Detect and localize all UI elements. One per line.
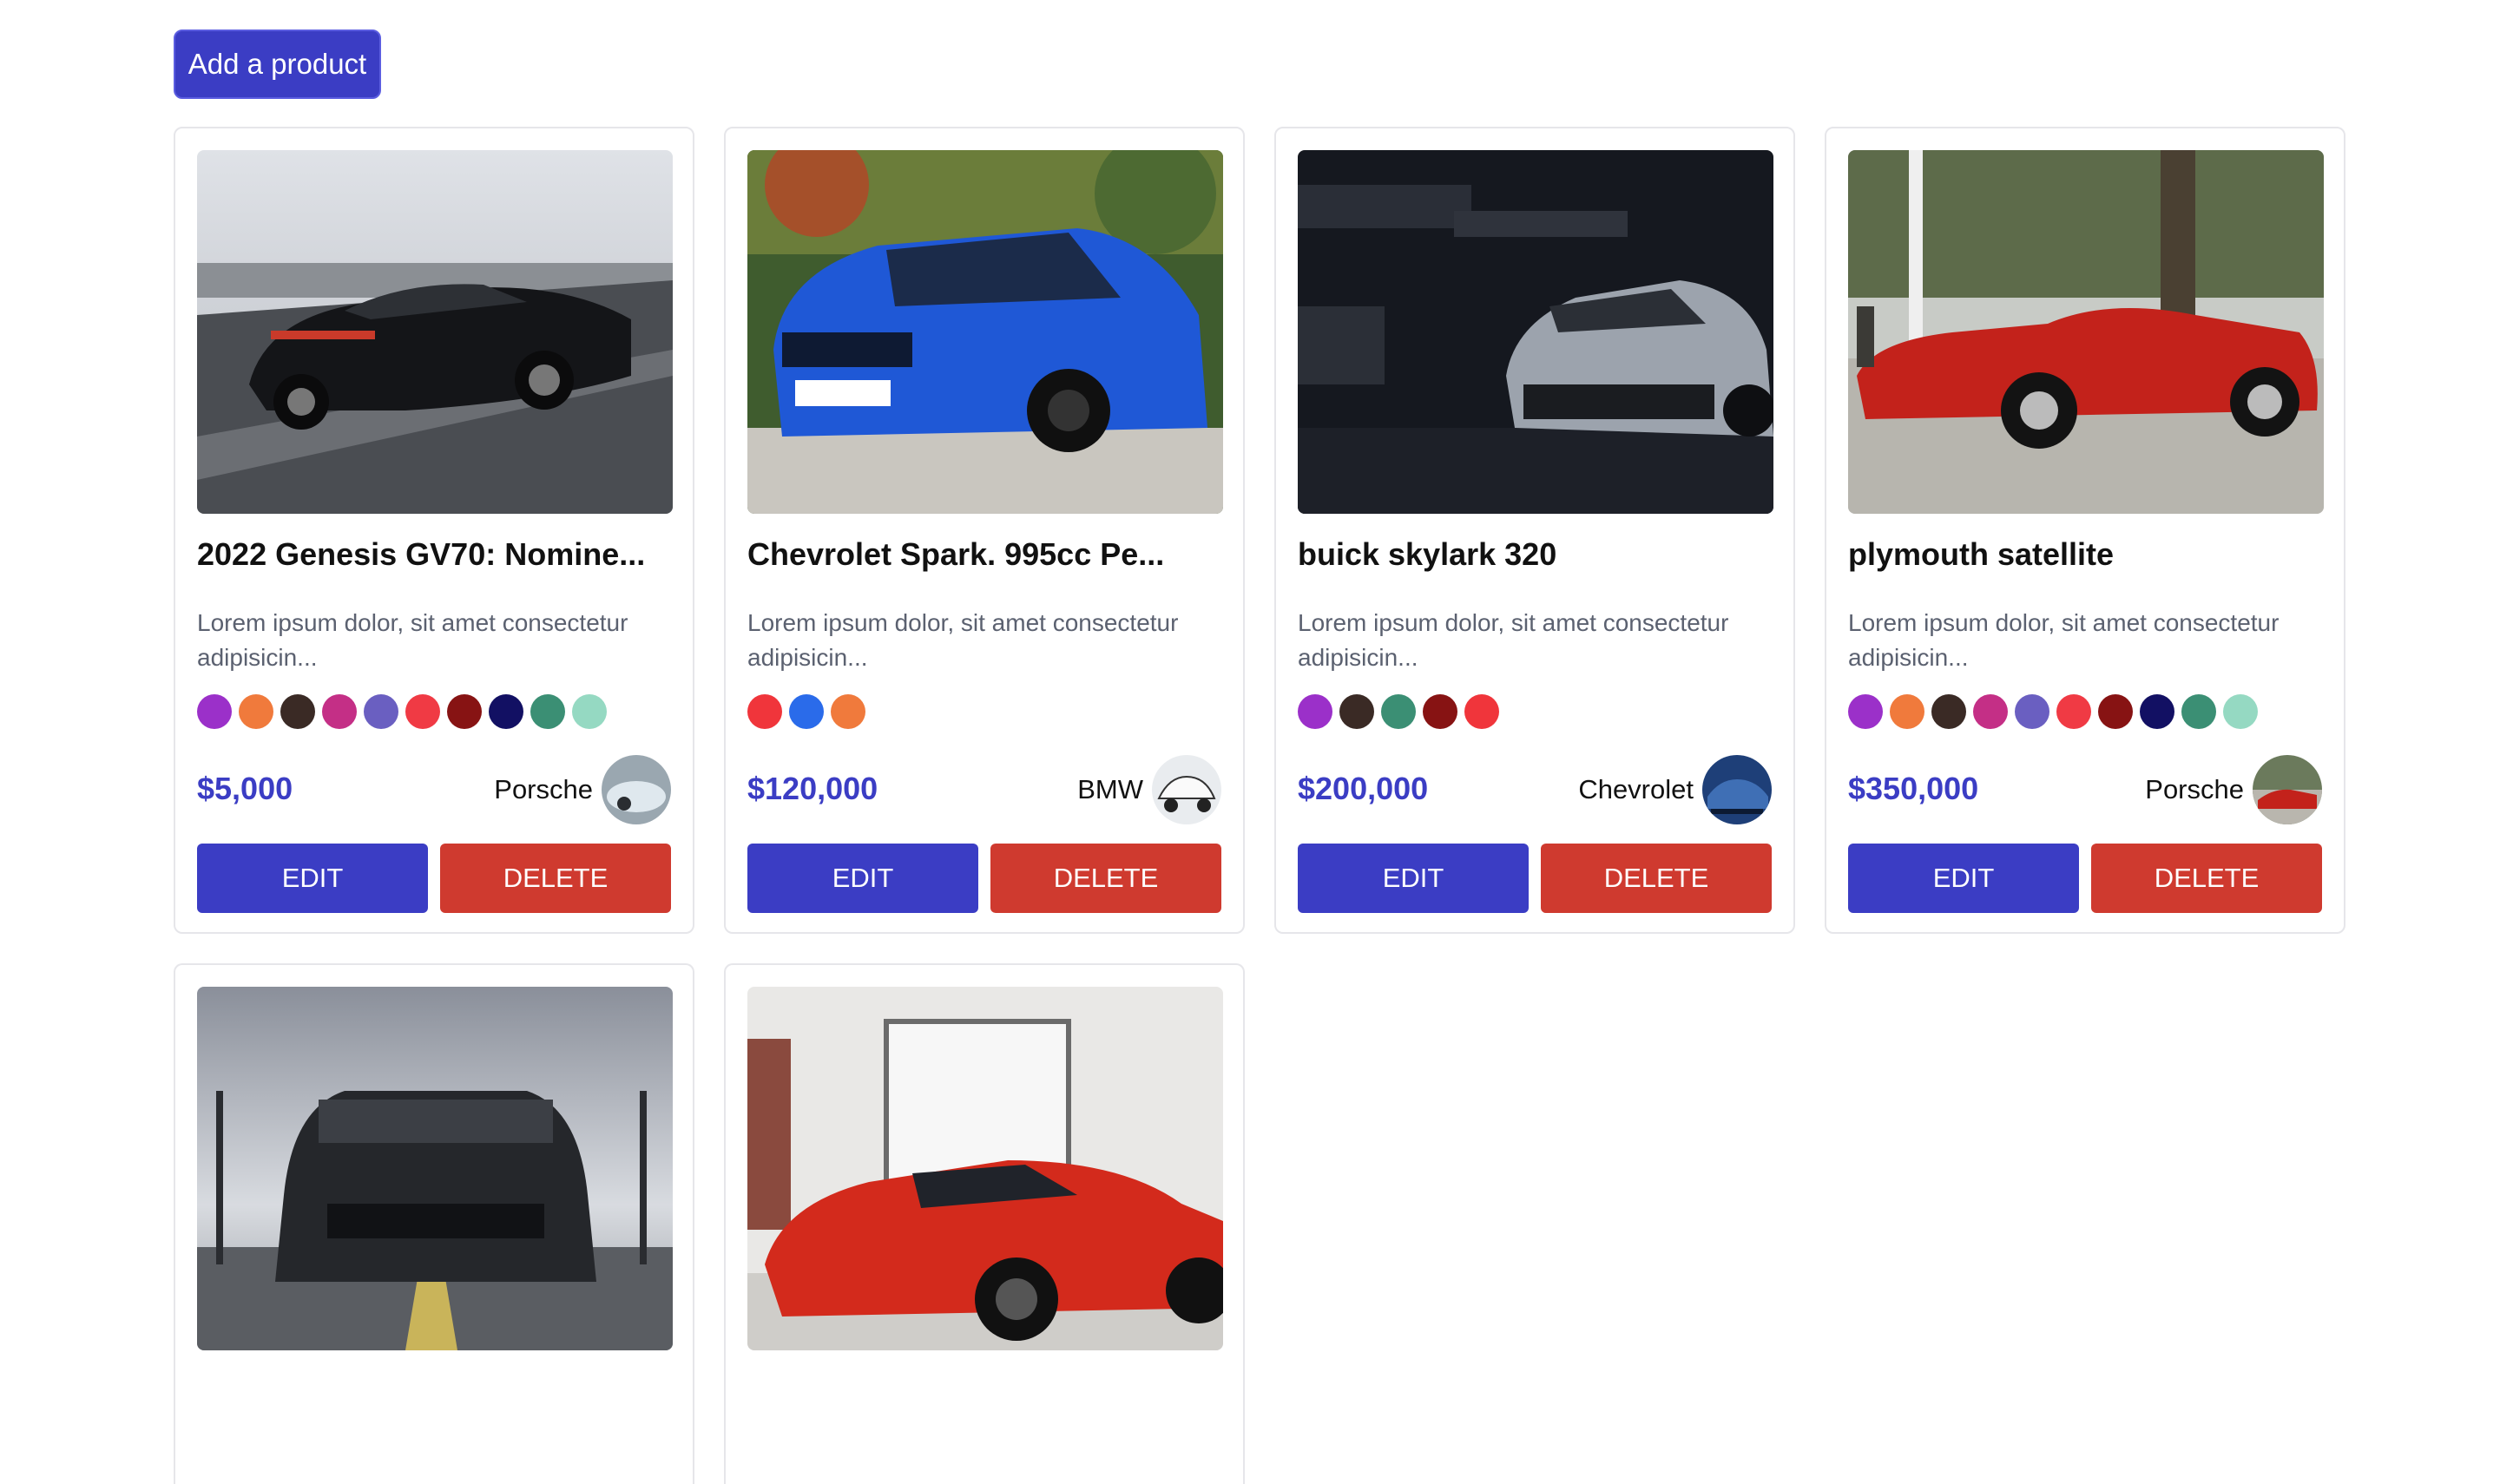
color-swatches xyxy=(747,694,865,729)
product-title: Chevrolet Spark. 995cc Pe... xyxy=(747,536,1165,572)
brand-name: Chevrolet xyxy=(1578,774,1694,804)
brand-info: Chevrolet xyxy=(1578,755,1772,824)
brand-avatar xyxy=(602,755,671,824)
color-swatch xyxy=(1381,694,1416,729)
edit-button[interactable]: EDIT xyxy=(747,844,978,913)
color-swatch xyxy=(1848,694,1883,729)
product-grid: 2022 Genesis GV70: Nomine... Lorem ipsum… xyxy=(174,127,2345,1484)
product-price: $200,000 xyxy=(1298,771,1429,806)
color-swatch xyxy=(747,694,782,729)
car-photo-red-laferrari xyxy=(747,987,1223,1350)
color-swatch xyxy=(197,694,232,729)
product-title: 2022 Genesis GV70: Nomine... xyxy=(197,536,646,572)
color-swatch xyxy=(1890,694,1924,729)
color-swatch xyxy=(364,694,398,729)
delete-button[interactable]: DELETE xyxy=(440,844,671,913)
brand-avatar xyxy=(1702,755,1772,824)
edit-button[interactable]: EDIT xyxy=(1298,844,1529,913)
brand-name: BMW xyxy=(1077,774,1143,804)
product-card: buick skylark 320 Lorem ipsum dolor, sit… xyxy=(1274,127,1795,934)
delete-button[interactable]: DELETE xyxy=(1541,844,1772,913)
color-swatch xyxy=(1339,694,1374,729)
delete-button[interactable]: DELETE xyxy=(990,844,1221,913)
brand-name: Porsche xyxy=(494,774,593,804)
color-swatch xyxy=(572,694,607,729)
car-photo-silver-camaro xyxy=(1298,150,1773,514)
product-card: 2022 Genesis GV70: Nomine... Lorem ipsum… xyxy=(174,127,694,934)
color-swatch xyxy=(2181,694,2216,729)
product-price: $5,000 xyxy=(197,771,293,806)
color-swatch xyxy=(1298,694,1332,729)
color-swatches xyxy=(1848,694,2258,729)
color-swatch xyxy=(530,694,565,729)
color-swatch xyxy=(2140,694,2174,729)
car-photo-black-mustang xyxy=(197,987,673,1350)
color-swatches xyxy=(197,694,607,729)
product-title: plymouth satellite xyxy=(1848,536,2115,572)
edit-button[interactable]: EDIT xyxy=(197,844,428,913)
color-swatch xyxy=(1423,694,1457,729)
color-swatch xyxy=(1973,694,2008,729)
color-swatch xyxy=(489,694,523,729)
color-swatch xyxy=(280,694,315,729)
color-swatch xyxy=(405,694,440,729)
edit-button[interactable]: EDIT xyxy=(1848,844,2079,913)
product-card xyxy=(724,963,1245,1484)
product-title: buick skylark 320 xyxy=(1298,536,1557,572)
color-swatch xyxy=(2056,694,2091,729)
brand-avatar xyxy=(2253,755,2322,824)
product-description: Lorem ipsum dolor, sit amet consectetur … xyxy=(1848,609,2280,671)
product-price: $350,000 xyxy=(1848,771,1979,806)
color-swatch xyxy=(1931,694,1966,729)
brand-info: BMW xyxy=(1077,755,1221,824)
color-swatch xyxy=(447,694,482,729)
color-swatch xyxy=(239,694,273,729)
product-card: plymouth satellite Lorem ipsum dolor, si… xyxy=(1825,127,2345,934)
color-swatch xyxy=(322,694,357,729)
brand-info: Porsche xyxy=(494,755,671,824)
product-card: Chevrolet Spark. 995cc Pe... Lorem ipsum… xyxy=(724,127,1245,934)
color-swatch xyxy=(2098,694,2133,729)
product-description: Lorem ipsum dolor, sit amet consectetur … xyxy=(197,609,628,671)
car-photo-black-porsche xyxy=(197,150,673,514)
car-photo-red-ferrari xyxy=(1848,150,2324,514)
color-swatch xyxy=(789,694,824,729)
product-description: Lorem ipsum dolor, sit amet consectetur … xyxy=(1298,609,1729,671)
car-photo-blue-bmw xyxy=(747,150,1223,514)
brand-info: Porsche xyxy=(2145,755,2322,824)
color-swatch xyxy=(2015,694,2049,729)
brand-name: Porsche xyxy=(2145,774,2244,804)
product-price: $120,000 xyxy=(747,771,878,806)
product-card xyxy=(174,963,694,1484)
add-product-button[interactable]: Add a product xyxy=(174,30,381,99)
color-swatch xyxy=(2223,694,2258,729)
color-swatch xyxy=(1464,694,1499,729)
brand-avatar xyxy=(1152,755,1221,824)
color-swatches xyxy=(1298,694,1499,729)
delete-button[interactable]: DELETE xyxy=(2091,844,2322,913)
product-description: Lorem ipsum dolor, sit amet consectetur … xyxy=(747,609,1179,671)
color-swatch xyxy=(831,694,865,729)
